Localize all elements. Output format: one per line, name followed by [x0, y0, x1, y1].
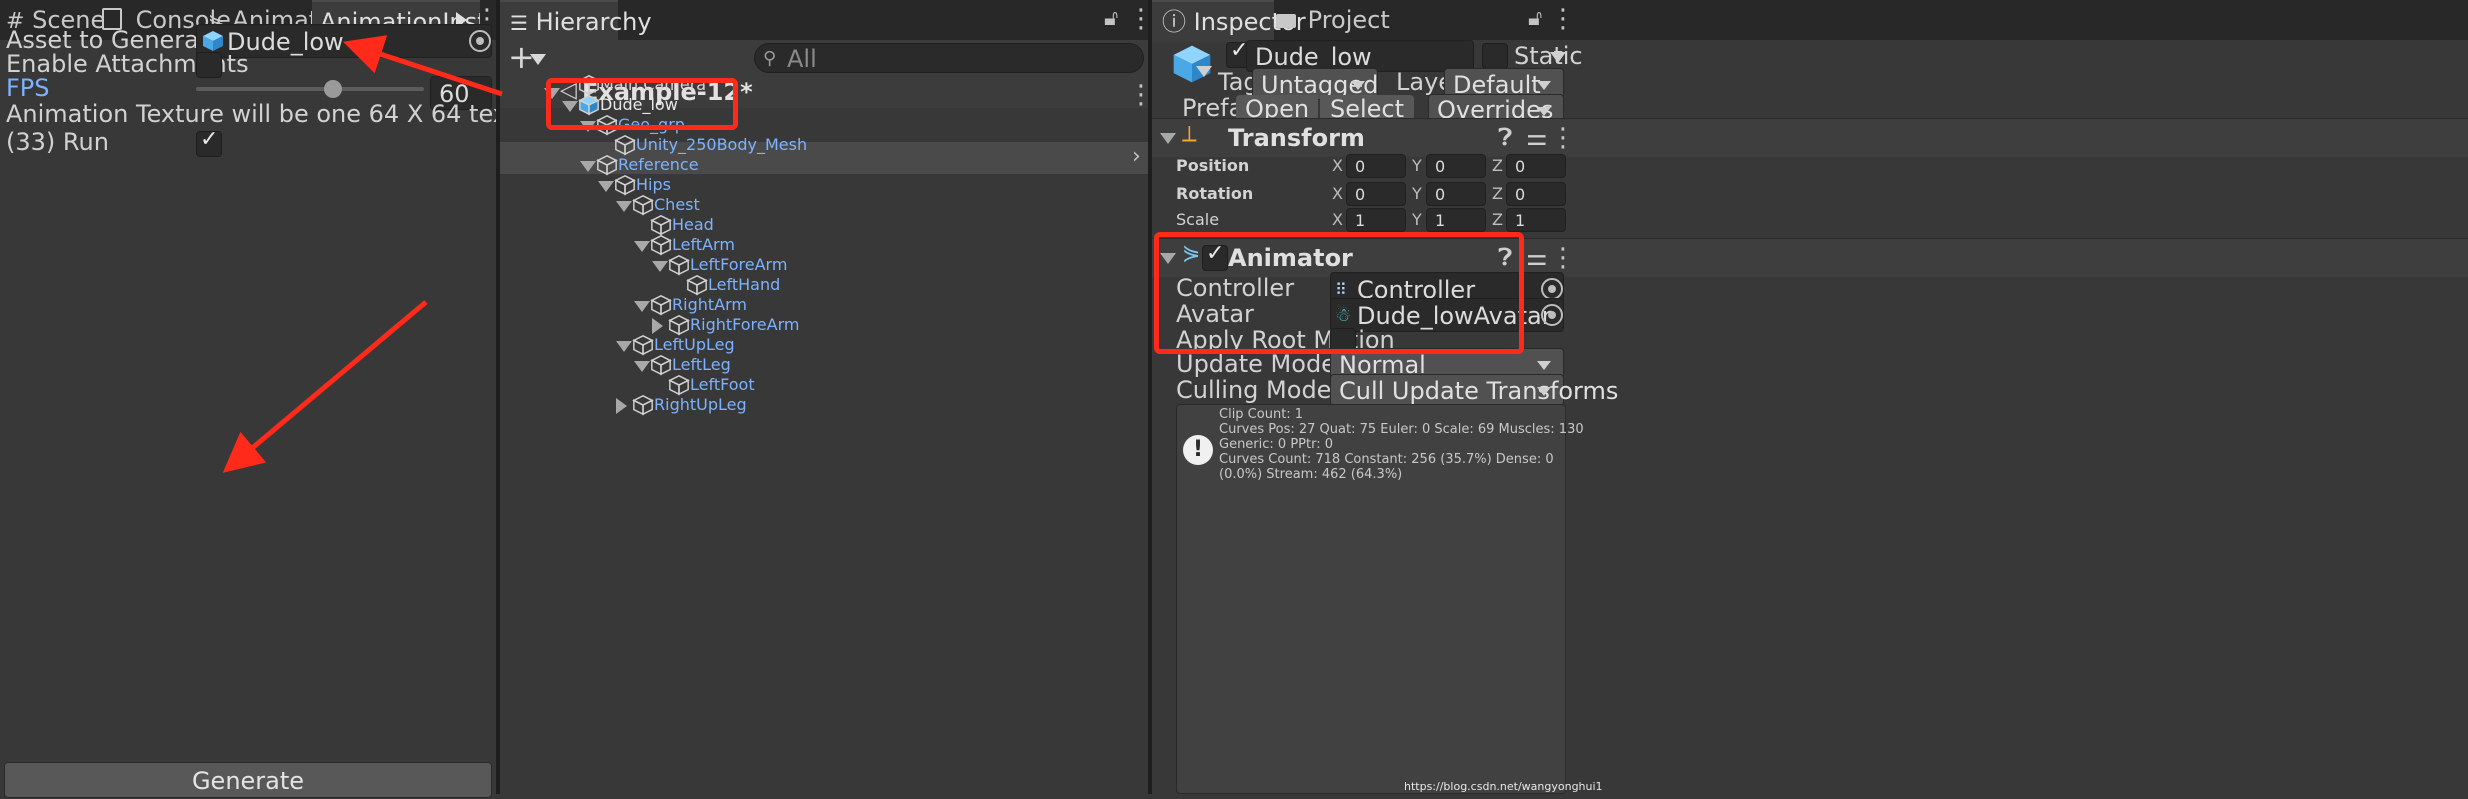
expand-down-arrow-icon[interactable]	[598, 181, 614, 192]
animator-preset-icon[interactable]: ⚌	[1526, 243, 1548, 271]
gameobject-cube-icon	[632, 394, 654, 422]
axis-label[interactable]: Y	[1412, 182, 1422, 206]
hierarchy-item[interactable]: LeftForeArm	[500, 255, 1148, 276]
inspector-lock-icon[interactable]: 🔓︎	[1528, 6, 1542, 31]
transform-value-input[interactable]: 1	[1426, 208, 1486, 232]
axis-label[interactable]: Z	[1492, 182, 1503, 206]
hierarchy-item-label: RightUpLeg	[654, 395, 747, 414]
hierarchy-item[interactable]: RightUpLeg	[500, 395, 1148, 416]
hierarchy-item[interactable]: RightForeArm	[500, 315, 1148, 336]
expand-down-arrow-icon[interactable]	[616, 341, 632, 352]
transform-row-label: Position	[1176, 156, 1250, 175]
fps-slider-track[interactable]	[196, 87, 424, 91]
axis-label[interactable]: X	[1332, 182, 1343, 206]
transform-value-input[interactable]: 0	[1346, 182, 1406, 206]
inspector-panel: ⓘ Inspector Project 🔓︎ Dude_low Static T…	[1152, 0, 2468, 794]
tab-project[interactable]: Project	[1276, 0, 1390, 40]
transform-value-input[interactable]: 1	[1506, 208, 1566, 232]
animator-info-line: Curves Count: 718 Constant: 256 (35.7%) …	[1219, 452, 1554, 467]
expand-right-arrow-icon[interactable]	[616, 398, 627, 414]
transform-help-icon[interactable]: ❓︎	[1498, 123, 1512, 151]
annotation-box-dude-low	[546, 78, 738, 130]
controller-picker-icon[interactable]	[1541, 278, 1563, 300]
transform-value-input[interactable]: 0	[1506, 154, 1566, 178]
animator-info-line: Generic: 0 PPtr: 0	[1219, 437, 1334, 452]
gameobject-icon-dropdown[interactable]	[1196, 66, 1212, 77]
animator-info-line: Clip Count: 1	[1219, 407, 1304, 422]
transform-axis-icon: ⟂	[1182, 122, 1197, 147]
run-label: (33) Run	[6, 128, 109, 156]
warning-exclamation-icon: !	[1183, 435, 1213, 465]
hierarchy-item[interactable]: Reference	[500, 155, 1148, 176]
transform-value-input[interactable]: 0	[1426, 154, 1486, 178]
tab-hierarchy[interactable]: ☰ Hierarchy	[500, 0, 652, 42]
static-dropdown-icon[interactable]	[1550, 52, 1566, 63]
info-circle-icon: ⓘ	[1162, 8, 1186, 36]
transform-menu-icon[interactable]	[1550, 123, 1564, 153]
animator-info-lines: Clip Count: 1 Curves Pos: 27 Quat: 75 Eul…	[1219, 407, 1584, 482]
transform-value-input[interactable]: 1	[1346, 208, 1406, 232]
static-checkbox[interactable]	[1482, 43, 1508, 69]
transform-value-input[interactable]: 0	[1346, 154, 1406, 178]
axis-label[interactable]: X	[1332, 208, 1343, 232]
animator-menu-icon[interactable]	[1550, 243, 1564, 273]
hierarchy-item[interactable]: Chest	[500, 195, 1148, 216]
culling-mode-dropdown[interactable]: Cull Update Transforms	[1330, 374, 1618, 406]
hierarchy-tab-bar: ☰ Hierarchy 🔓︎	[500, 0, 1148, 42]
axis-label[interactable]: Z	[1492, 154, 1503, 178]
expand-down-arrow-icon[interactable]	[652, 261, 668, 272]
hierarchy-item[interactable]: LeftHand	[500, 275, 1148, 296]
annotation-box-animator	[1154, 232, 1524, 354]
hierarchy-item[interactable]: Unity_250Body_Mesh	[500, 135, 1148, 156]
transform-row-label: Rotation	[1176, 184, 1254, 203]
inspector-tab-bar: ⓘ Inspector Project 🔓︎	[1152, 0, 2468, 42]
object-picker-icon[interactable]	[469, 30, 491, 52]
hierarchy-menu-icon[interactable]	[1128, 4, 1142, 34]
hierarchy-item[interactable]: Hips	[500, 175, 1148, 196]
generate-button[interactable]: Generate	[4, 762, 492, 798]
hierarchy-item[interactable]: Head	[500, 215, 1148, 236]
hierarchy-toolbar: + ⚲ All	[500, 38, 1148, 76]
animator-info-line: (0.0%) Stream: 462 (64.3%)	[1219, 467, 1403, 482]
expand-down-arrow-icon[interactable]	[580, 161, 596, 172]
animator-info-box: ! Clip Count: 1 Curves Pos: 27 Quat: 75 E…	[1176, 404, 1584, 794]
axis-label[interactable]: Z	[1492, 208, 1503, 232]
transform-preset-icon[interactable]: ⚌	[1526, 123, 1548, 151]
culling-mode-label: Culling Mode	[1176, 376, 1332, 404]
animation-instancing-panel: # Scene Console ⋟ Animator AnimationInst…	[0, 0, 556, 798]
run-checkbox[interactable]	[196, 127, 222, 157]
hierarchy-search-input[interactable]: ⚲ All	[754, 43, 1144, 73]
search-icon: ⚲	[763, 48, 777, 69]
expand-down-arrow-icon[interactable]	[616, 201, 632, 212]
hierarchy-item[interactable]: LeftFoot	[500, 375, 1148, 396]
inspector-menu-icon[interactable]	[1550, 4, 1564, 34]
hierarchy-item[interactable]: LeftUpLeg	[500, 335, 1148, 356]
transform-value-input[interactable]: 0	[1426, 182, 1486, 206]
expand-down-arrow-icon[interactable]	[634, 241, 650, 252]
gameobject-cube-icon	[1173, 45, 1211, 83]
expand-down-arrow-icon[interactable]	[634, 301, 650, 312]
transform-component-header[interactable]: ⟂ Transform ❓︎ ⚌	[1152, 118, 2468, 157]
enable-attachments-checkbox[interactable]	[196, 52, 222, 78]
hierarchy-item[interactable]: LeftArm	[500, 235, 1148, 256]
axis-label[interactable]: Y	[1412, 208, 1422, 232]
hierarchy-item[interactable]: LeftLeg	[500, 355, 1148, 376]
animator-info-line: Curves Pos: 27 Quat: 75 Euler: 0 Scale: …	[1219, 422, 1584, 437]
blog-watermark: https://blog.csdn.net/wangyonghui1	[1404, 780, 1603, 793]
axis-label[interactable]: X	[1332, 154, 1343, 178]
transform-value-input[interactable]: 0	[1506, 182, 1566, 206]
tab-inspector[interactable]: ⓘ Inspector	[1152, 0, 1306, 42]
folder-icon	[1276, 14, 1296, 28]
transform-row-label: Scale	[1176, 210, 1220, 229]
hierarchy-item[interactable]: RightArm	[500, 295, 1148, 316]
axis-label[interactable]: Y	[1412, 154, 1422, 178]
lock-icon[interactable]: 🔓︎	[1104, 6, 1118, 31]
transform-foldout-icon[interactable]	[1160, 133, 1176, 144]
expand-down-arrow-icon[interactable]	[634, 361, 650, 372]
avatar-picker-icon[interactable]	[1541, 304, 1563, 326]
create-dropdown-icon[interactable]	[530, 54, 546, 65]
hierarchy-list-icon: ☰	[510, 11, 528, 35]
